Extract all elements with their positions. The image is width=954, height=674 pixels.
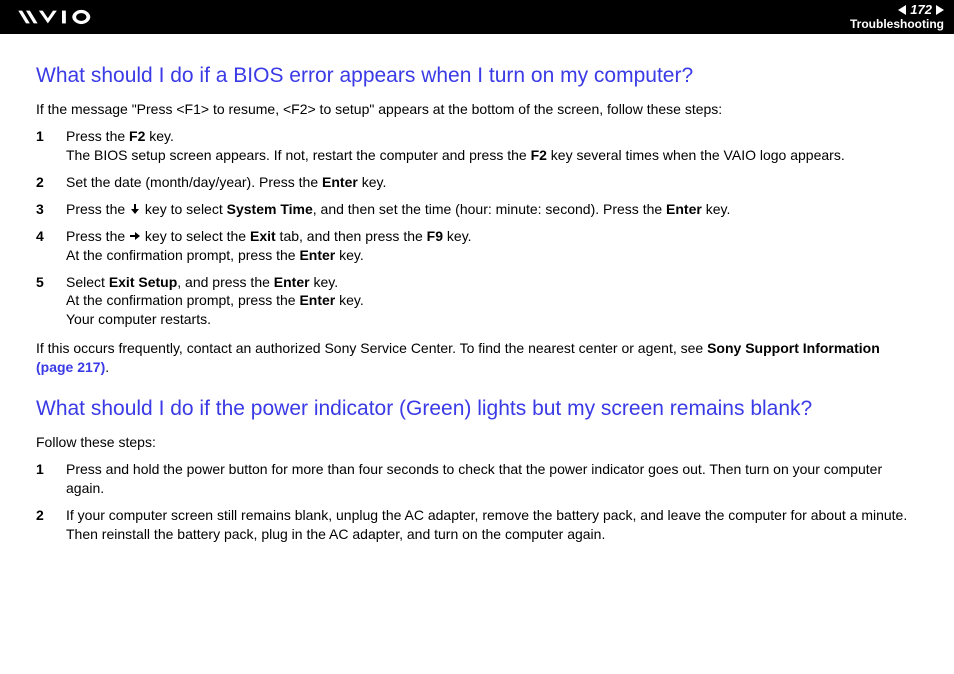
step-number: 1 xyxy=(36,127,66,165)
step-number: 3 xyxy=(36,200,66,219)
text: key. xyxy=(702,201,731,217)
step-text: Press the key to select the Exit tab, an… xyxy=(66,227,918,265)
intro-text: If the message "Press <F1> to resume, <F… xyxy=(36,100,918,119)
text: If your computer screen still remains bl… xyxy=(66,507,907,542)
bold-text: F2 xyxy=(531,147,547,163)
bold-text: F9 xyxy=(427,228,443,244)
step-item: 1Press the F2 key. The BIOS setup screen … xyxy=(36,127,918,165)
text: Press the xyxy=(66,201,129,217)
bold-text: Enter xyxy=(274,274,310,290)
intro-text: Follow these steps: xyxy=(36,433,918,452)
text: key. xyxy=(443,228,472,244)
text: Your computer restarts. xyxy=(66,311,211,327)
next-page-icon[interactable] xyxy=(936,5,944,15)
step-text: Set the date (month/day/year). Press the… xyxy=(66,173,918,192)
step-text: Press the F2 key. The BIOS setup screen a… xyxy=(66,127,918,165)
bold-text: System Time xyxy=(227,201,313,217)
step-text: Press the key to select System Time, and… xyxy=(66,200,918,219)
outro-text: If this occurs frequently, contact an au… xyxy=(36,339,918,377)
text: At the confirmation prompt, press the xyxy=(66,292,299,308)
page-number: 172 xyxy=(910,3,932,17)
header-right: 172 Troubleshooting xyxy=(850,3,944,31)
text: , and then set the time (hour: minute: s… xyxy=(313,201,666,217)
text: key to select the xyxy=(141,228,250,244)
text: If this occurs frequently, contact an au… xyxy=(36,340,707,356)
bold-text: F2 xyxy=(129,128,145,144)
bold-text: Exit xyxy=(250,228,276,244)
step-item: 4Press the key to select the Exit tab, a… xyxy=(36,227,918,265)
page-nav: 172 xyxy=(898,3,944,17)
bold-text: Enter xyxy=(299,247,335,263)
text: key several times when the VAIO logo app… xyxy=(547,147,845,163)
step-item: 2If your computer screen still remains b… xyxy=(36,506,918,544)
page-link[interactable]: (page 217) xyxy=(36,359,105,375)
step-text: Select Exit Setup, and press the Enter k… xyxy=(66,273,918,330)
text: Press the xyxy=(66,128,129,144)
text: Select xyxy=(66,274,109,290)
text: , and press the xyxy=(177,274,274,290)
bold-text: Exit Setup xyxy=(109,274,177,290)
step-number: 4 xyxy=(36,227,66,265)
text: key. xyxy=(335,247,364,263)
text: At the confirmation prompt, press the xyxy=(66,247,299,263)
bold-text: Enter xyxy=(666,201,702,217)
arrow-down-icon xyxy=(129,203,141,215)
vaio-logo xyxy=(16,8,126,26)
text: key to select xyxy=(141,201,227,217)
text: Press and hold the power button for more… xyxy=(66,461,882,496)
text: . xyxy=(105,359,109,375)
step-number: 5 xyxy=(36,273,66,330)
step-list: 1Press the F2 key.The BIOS setup screen … xyxy=(36,127,918,329)
text: key. xyxy=(358,174,387,190)
step-item: 2Set the date (month/day/year). Press th… xyxy=(36,173,918,192)
step-number: 2 xyxy=(36,506,66,544)
step-item: 5Select Exit Setup, and press the Enter … xyxy=(36,273,918,330)
page-content: What should I do if a BIOS error appears… xyxy=(0,34,954,574)
step-number: 2 xyxy=(36,173,66,192)
text: key. xyxy=(335,292,364,308)
step-text: If your computer screen still remains bl… xyxy=(66,506,918,544)
text: key. xyxy=(145,128,174,144)
bold-text: Sony Support Information xyxy=(707,340,880,356)
section-heading: What should I do if a BIOS error appears… xyxy=(36,62,918,90)
bold-text: Enter xyxy=(299,292,335,308)
text: The BIOS setup screen appears. If not, r… xyxy=(66,147,531,163)
text: key. xyxy=(310,274,339,290)
step-item: 3Press the key to select System Time, an… xyxy=(36,200,918,219)
step-item: 1Press and hold the power button for mor… xyxy=(36,460,918,498)
text: Set the date (month/day/year). Press the xyxy=(66,174,322,190)
step-text: Press and hold the power button for more… xyxy=(66,460,918,498)
section-label: Troubleshooting xyxy=(850,18,944,31)
step-list: 1Press and hold the power button for mor… xyxy=(36,460,918,544)
text: tab, and then press the xyxy=(276,228,427,244)
bold-text: Enter xyxy=(322,174,358,190)
prev-page-icon[interactable] xyxy=(898,5,906,15)
arrow-right-icon xyxy=(129,230,141,242)
section-heading: What should I do if the power indicator … xyxy=(36,395,918,423)
step-number: 1 xyxy=(36,460,66,498)
header-bar: 172 Troubleshooting xyxy=(0,0,954,34)
text: Press the xyxy=(66,228,129,244)
